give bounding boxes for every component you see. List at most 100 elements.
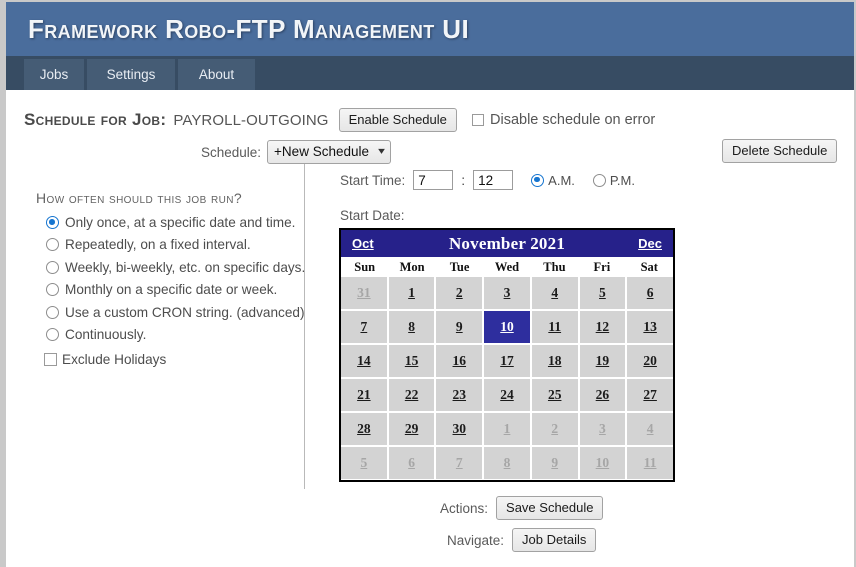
calendar-day-8-adjacent[interactable]: 8 [484, 447, 530, 479]
radio-only-once-label: Only once, at a specific date and time. [65, 214, 296, 230]
calendar-day-4-adjacent[interactable]: 4 [627, 413, 673, 445]
calendar-day-2-adjacent[interactable]: 2 [531, 413, 578, 445]
calendar-next-month-link[interactable]: Dec [638, 236, 662, 251]
calendar-day-14[interactable]: 14 [341, 345, 387, 377]
calendar-day-8[interactable]: 8 [388, 311, 435, 343]
calendar-day-25[interactable]: 25 [531, 379, 578, 411]
actions-row: Actions: Save Schedule [440, 496, 604, 520]
radio-repeatedly[interactable]: Repeatedly, on a fixed interval. [36, 234, 306, 257]
title-bar: Framework Robo-FTP Management UI [6, 2, 854, 56]
start-date-calendar: Oct November 2021 Dec Sun Mon Tue Wed Th… [339, 228, 675, 482]
calendar-day-18[interactable]: 18 [531, 345, 578, 377]
disable-on-error-checkbox[interactable]: Disable schedule on error [472, 112, 655, 128]
calendar-day-5[interactable]: 5 [579, 277, 626, 309]
calendar-day-12[interactable]: 12 [579, 311, 626, 343]
calendar-day-3[interactable]: 3 [484, 277, 530, 309]
calendar-month-title: November 2021 [448, 233, 566, 253]
calendar-day-7[interactable]: 7 [341, 311, 387, 343]
radio-am-label: A.M. [548, 172, 575, 188]
exclude-holidays-checkbox[interactable]: Exclude Holidays [36, 348, 306, 371]
tab-jobs[interactable]: Jobs [24, 59, 84, 90]
calendar-day-31-adjacent[interactable]: 31 [341, 277, 387, 309]
calendar-day-28[interactable]: 28 [341, 413, 387, 445]
radio-repeatedly-label: Repeatedly, on a fixed interval. [65, 237, 251, 253]
calendar-day-15[interactable]: 15 [388, 345, 435, 377]
calendar-day-3-adjacent[interactable]: 3 [579, 413, 626, 445]
calendar-day-6[interactable]: 6 [627, 277, 673, 309]
tab-about[interactable]: About [178, 59, 255, 90]
radio-cron[interactable]: Use a custom CRON string. (advanced) [36, 301, 306, 324]
navigate-row: Navigate: Job Details [447, 528, 597, 552]
radio-only-once[interactable]: Only once, at a specific date and time. [36, 211, 306, 234]
start-hour-input[interactable] [413, 170, 454, 190]
calendar-prev-month-link[interactable]: Oct [352, 236, 374, 251]
calendar-day-1-adjacent[interactable]: 1 [484, 413, 530, 445]
radio-icon [592, 173, 606, 187]
radio-monthly[interactable]: Monthly on a specific date or week. [36, 279, 306, 302]
calendar-day-26[interactable]: 26 [579, 379, 626, 411]
enable-schedule-button[interactable]: Enable Schedule [338, 108, 457, 132]
page-title: Schedule for Job: [24, 110, 167, 129]
calendar-day-9[interactable]: 9 [436, 311, 483, 343]
calendar-day-20[interactable]: 20 [627, 345, 673, 377]
schedule-selector-row: Schedule: +New Schedule ▾ [201, 140, 392, 164]
day-name-wed: Wed [494, 260, 520, 274]
calendar-day-16[interactable]: 16 [436, 345, 483, 377]
schedule-select[interactable]: +New Schedule ▾ [267, 140, 392, 164]
calendar-day-grid: 31 1 2 3 4 5 6 7 8 9 10 11 12 13 14 15 16 17 18 19 20 21 22 23 2… [341, 277, 673, 480]
radio-icon [531, 173, 545, 187]
checkbox-icon [44, 352, 57, 366]
calendar-day-6-adjacent[interactable]: 6 [388, 447, 435, 479]
calendar-day-2[interactable]: 2 [436, 277, 483, 309]
schedule-select-value: +New Schedule [274, 144, 369, 159]
save-schedule-button[interactable]: Save Schedule [496, 496, 604, 520]
content-area: Schedule for Job: PAYROLL-OUTGOING Enabl… [6, 90, 854, 567]
tab-settings[interactable]: Settings [87, 59, 175, 90]
calendar-day-7-adjacent[interactable]: 7 [436, 447, 483, 479]
checkbox-icon [472, 114, 484, 126]
job-details-button[interactable]: Job Details [512, 528, 597, 552]
calendar-day-5-adjacent[interactable]: 5 [341, 447, 387, 479]
radio-continuously-label: Continuously. [65, 327, 147, 343]
calendar-day-11-adjacent[interactable]: 11 [627, 447, 673, 479]
calendar-day-11[interactable]: 11 [531, 311, 578, 343]
main-tab-bar: Jobs Settings About [6, 56, 854, 90]
radio-am[interactable]: A.M. [531, 173, 575, 188]
radio-icon [46, 215, 59, 229]
day-name-sun: Sun [354, 260, 376, 274]
delete-schedule-button[interactable]: Delete Schedule [722, 139, 838, 163]
calendar-day-30[interactable]: 30 [436, 413, 483, 445]
calendar-day-1[interactable]: 1 [388, 277, 435, 309]
radio-icon [46, 305, 59, 319]
exclude-holidays-label: Exclude Holidays [62, 351, 167, 367]
calendar-day-9-adjacent[interactable]: 9 [531, 447, 578, 479]
schedule-for-job-header: Schedule for Job: PAYROLL-OUTGOING Enabl… [24, 108, 457, 132]
calendar-day-22[interactable]: 22 [388, 379, 435, 411]
radio-continuously[interactable]: Continuously. [36, 324, 306, 347]
start-time-label: Start Time: [340, 172, 406, 188]
calendar-day-names: Sun Mon Tue Wed Thu Fri Sat [341, 257, 673, 277]
calendar-day-4[interactable]: 4 [531, 277, 578, 309]
day-name-fri: Fri [593, 260, 611, 274]
actions-label: Actions: [440, 500, 489, 516]
day-name-thu: Thu [543, 260, 566, 274]
calendar-day-24[interactable]: 24 [484, 379, 530, 411]
calendar-day-23[interactable]: 23 [436, 379, 483, 411]
calendar-day-29[interactable]: 29 [388, 413, 435, 445]
calendar-day-10-adjacent[interactable]: 10 [579, 447, 626, 479]
radio-weekly[interactable]: Weekly, bi-weekly, etc. on specific days… [36, 256, 306, 279]
calendar-day-10[interactable]: 10 [484, 311, 530, 343]
radio-icon [46, 328, 59, 342]
calendar-day-17[interactable]: 17 [484, 345, 530, 377]
calendar-day-13[interactable]: 13 [627, 311, 673, 343]
radio-icon [46, 238, 59, 252]
calendar-day-19[interactable]: 19 [579, 345, 626, 377]
radio-pm[interactable]: P.M. [592, 172, 635, 188]
calendar-day-27[interactable]: 27 [627, 379, 673, 411]
calendar-day-21[interactable]: 21 [341, 379, 387, 411]
start-minute-input[interactable] [473, 170, 514, 190]
radio-pm-label: P.M. [609, 172, 635, 188]
frequency-panel-title: How often should this job run? [36, 190, 243, 206]
chevron-down-icon: ▾ [378, 146, 385, 157]
radio-monthly-label: Monthly on a specific date or week. [65, 282, 278, 298]
